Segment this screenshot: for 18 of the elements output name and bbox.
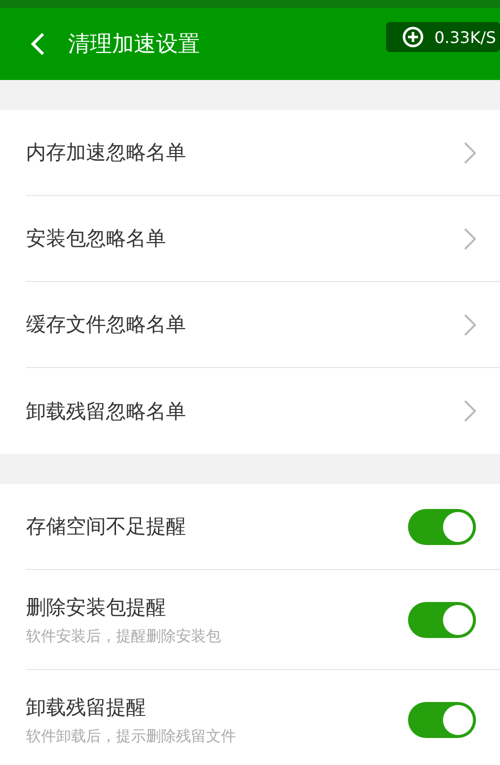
list-item[interactable]: 缓存文件忽略名单 bbox=[26, 282, 500, 368]
chevron-icon bbox=[464, 142, 476, 164]
list-item[interactable]: 内存加速忽略名单 bbox=[26, 110, 500, 196]
toggle-switch[interactable] bbox=[408, 508, 476, 544]
setting-label: 卸载残留提醒 bbox=[26, 694, 147, 721]
speed-badge[interactable]: 0.33K/S bbox=[386, 22, 500, 52]
setting-description: 软件卸载后，提示删除残留文件 bbox=[26, 727, 237, 746]
setting-description: 软件安装后，提醒删除安装包 bbox=[26, 626, 222, 646]
chevron-icon bbox=[464, 228, 476, 250]
chevron-icon bbox=[464, 314, 476, 336]
chevron-icon bbox=[464, 400, 476, 422]
list-item[interactable]: 卸载残留忽略名单 bbox=[26, 368, 500, 454]
setting-label: 删除安装包提醒 bbox=[26, 594, 167, 620]
list-item[interactable]: 安装包忽略名单 bbox=[26, 196, 500, 282]
page-title: 清理加速设置 bbox=[68, 31, 201, 59]
toggle-switch[interactable] bbox=[408, 702, 476, 738]
toggle-switch[interactable] bbox=[408, 602, 476, 638]
setting-label: 存储空间不足提醒 bbox=[26, 513, 187, 540]
